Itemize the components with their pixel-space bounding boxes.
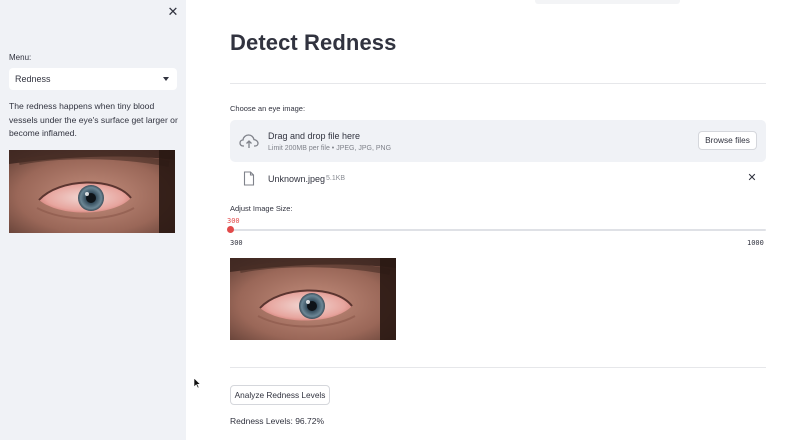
uploader-label: Choose an eye image: (230, 104, 306, 113)
file-name: Unknown.jpeg (268, 174, 326, 184)
redness-description: The redness happens when tiny blood vess… (9, 101, 178, 138)
slider-label: Adjust Image Size: (230, 204, 293, 213)
slider-thumb[interactable] (227, 226, 234, 233)
remove-file-close-icon[interactable]: ✕ (745, 171, 759, 185)
menu-label: Menu: (9, 53, 32, 62)
browse-files-button[interactable]: Browse files (698, 131, 757, 150)
mouse-cursor-icon (193, 376, 202, 389)
sidebar-close-icon[interactable]: ✕ (165, 4, 181, 20)
redness-result: Redness Levels: 96.72% (230, 416, 325, 426)
image-size-slider[interactable] (230, 229, 766, 231)
dropzone-subtitle: Limit 200MB per file • JPEG, JPG, PNG (268, 145, 392, 152)
divider (230, 367, 766, 368)
file-size: 5.1KB (326, 175, 346, 182)
menu-select-value: Redness (15, 74, 51, 84)
slider-min-label: 300 (230, 239, 243, 247)
analyze-redness-button[interactable]: Analyze Redness Levels (230, 385, 330, 405)
page-title: Detect Redness (230, 30, 397, 55)
divider (230, 83, 766, 84)
dropzone-title: Drag and drop file here (268, 131, 361, 141)
cloud-upload-icon (239, 132, 259, 150)
sidebar: ✕ Menu: Redness The redness happens when… (0, 0, 186, 440)
uploaded-file-row: Unknown.jpeg 5.1KB ✕ (230, 168, 766, 190)
slider-current-value: 300 (227, 217, 240, 225)
uploaded-eye-image (230, 258, 396, 340)
menu-select[interactable]: Redness (9, 68, 177, 90)
toolbar-hint (535, 0, 680, 4)
sidebar-eye-image (9, 150, 175, 233)
chevron-down-icon (163, 77, 169, 81)
file-icon (243, 171, 255, 186)
file-dropzone[interactable]: Drag and drop file here Limit 200MB per … (230, 120, 766, 162)
slider-max-label: 1000 (747, 239, 764, 247)
